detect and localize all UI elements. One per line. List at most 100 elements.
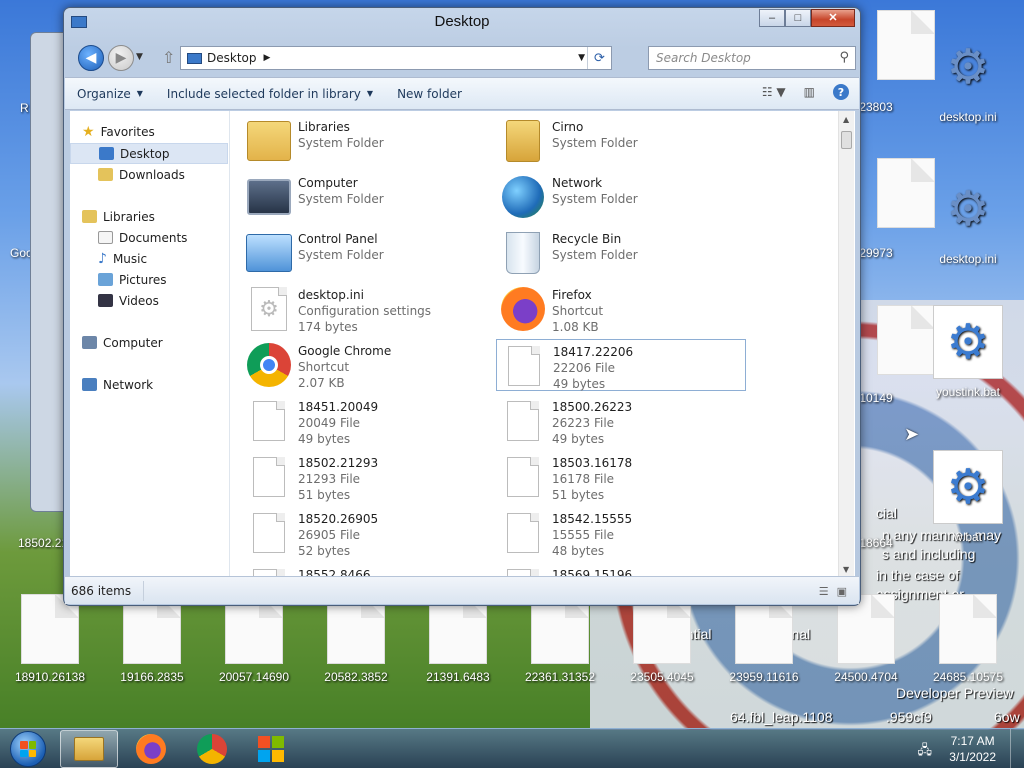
recent-pages-dropdown-icon[interactable]: ▼ [136,52,143,62]
nav-downloads[interactable]: Downloads [70,164,228,185]
back-button[interactable]: ◀ [78,45,104,71]
minimize-button[interactable]: – [759,9,785,27]
wallpaper-text: 6ow [994,709,1020,725]
chevron-down-icon: ▼ [366,89,374,98]
desktop-file-icon[interactable]: 22361.31352 [512,594,608,684]
change-view-icon[interactable]: ☷ ▼ [762,85,786,99]
list-item-recycle-bin[interactable]: Recycle Bin System Folder [496,227,746,279]
breadcrumb-arrow-icon[interactable]: ▶ [264,53,271,63]
list-item[interactable]: 18542.15555 15555 File 48 bytes [496,507,746,559]
desktop-icon-desktop-ini[interactable]: ⚙ desktop.ini [920,30,1016,124]
nav-favorites[interactable]: ★ Favorites [70,121,228,142]
search-icon[interactable]: ⚲ [839,47,849,69]
list-item[interactable]: 18500.26223 26223 File 49 bytes [496,395,746,447]
nav-network[interactable]: Network [70,374,228,395]
taskbar-chrome[interactable] [183,730,241,768]
item-name: Recycle Bin [552,232,622,246]
nav-desktop[interactable]: Desktop [70,143,228,164]
list-item-control-panel[interactable]: Control Panel System Folder [242,227,492,279]
taskbar-windows-app[interactable] [242,730,300,768]
nav-label: Libraries [103,209,155,224]
desktop-file-icon[interactable]: 20057.14690 [206,594,302,684]
list-item-computer[interactable]: Computer System Folder [242,171,492,223]
search-input[interactable]: Search Desktop ⚲ [648,46,856,70]
new-folder-label: New folder [397,86,462,101]
desktop-file-icon[interactable]: 23505.4045 [614,594,710,684]
list-item-libraries[interactable]: Libraries System Folder [242,115,492,167]
desktop-file-icon[interactable]: 20582.3852 [308,594,404,684]
desktop-file-icon[interactable]: 24685.10575 [920,594,1016,684]
scroll-down-icon[interactable]: ▼ [843,565,849,574]
nav-videos[interactable]: Videos [70,290,228,311]
network-tray-icon[interactable]: 🖧 [918,741,933,763]
new-folder-button[interactable]: New folder [385,87,474,101]
list-item[interactable]: 18502.21293 21293 File 51 bytes [242,451,492,503]
mouse-cursor-icon: ➤ [904,424,920,445]
system-clock[interactable]: 7:17 AM 3/1/2022 [949,733,996,765]
list-item-google-chrome[interactable]: Google Chrome Shortcut 2.07 KB [242,339,492,391]
file-icon [501,344,547,388]
list-item[interactable]: 18451.20049 20049 File 49 bytes [242,395,492,447]
up-arrow-icon[interactable]: ⇧ [162,48,175,67]
start-button[interactable] [2,730,54,768]
desktop-icon-desktop-ini-2[interactable]: ⚙ desktop.ini [920,172,1016,266]
scrollbar-thumb[interactable] [841,131,852,149]
nav-pictures[interactable]: Pictures [70,269,228,290]
list-item[interactable]: 18520.26905 26905 File 52 bytes [242,507,492,559]
large-icons-view-icon[interactable]: ▣ [837,585,847,598]
taskbar-firefox[interactable] [122,730,180,768]
desktop-icon-label: youstink.bat [935,385,1001,399]
music-icon: ♪ [98,250,107,267]
help-icon[interactable]: ? [833,84,849,100]
taskbar-explorer[interactable] [60,730,118,768]
maximize-button[interactable]: □ [785,9,811,27]
list-item-network[interactable]: Network System Folder [496,171,746,223]
desktop-file-icon[interactable]: 19166.2835 [104,594,200,684]
list-item-desktop-ini[interactable]: ⚙ desktop.ini Configuration settings 174 b… [242,283,492,335]
item-size: 51 bytes [552,488,605,502]
desktop-icon-youstink-bat[interactable]: ⚙ youstink.bat [920,305,1016,399]
explorer-window[interactable]: Desktop – □ ✕ ◀ ▶ ▼ ⇧ Desktop ▶ ▼ ⟳ Sear… [63,7,861,606]
windows-logo-icon [10,731,46,767]
item-name: 18500.26223 [552,400,633,414]
videos-icon [98,294,113,307]
desktop-folder-icon [187,52,202,64]
desktop-file-icon[interactable]: 21391.6483 [410,594,506,684]
list-item-selected[interactable]: 18417.22206 22206 File 49 bytes [496,339,746,391]
list-item-firefox[interactable]: Firefox Shortcut 1.08 KB [496,283,746,335]
nav-music[interactable]: ♪ Music [70,248,228,269]
desktop-file-icon[interactable]: 23959.11616 [716,594,812,684]
include-in-library-button[interactable]: Include selected folder in library ▼ [155,87,385,101]
refresh-icon[interactable]: ⟳ [587,47,611,69]
desktop-icon-w-bat[interactable]: ⚙ w.bat [920,450,1016,544]
desktop-icon-label-partial: .18664 [856,536,893,550]
window-titlebar[interactable]: Desktop – □ ✕ [64,8,860,38]
desktop-file-icon[interactable]: 24500.4704 [818,594,914,684]
address-dropdown-icon[interactable]: ▼ [578,53,585,63]
forward-button[interactable]: ▶ [108,45,134,71]
show-desktop-button[interactable] [1010,729,1024,768]
file-icon [500,455,546,499]
organize-button[interactable]: Organize ▼ [65,87,155,101]
nav-documents[interactable]: Documents [70,227,228,248]
preview-pane-icon[interactable]: ▥ [804,85,815,99]
status-divider [143,580,145,601]
item-type: 21293 File [298,472,361,486]
nav-label: Network [103,377,154,392]
desktop-icon-label: 21391.6483 [426,670,490,684]
address-location[interactable]: Desktop [207,51,257,65]
close-button[interactable]: ✕ [811,9,855,27]
nav-libraries[interactable]: Libraries [70,206,228,227]
vertical-scrollbar[interactable]: ▲ ▼ [838,111,854,578]
list-item-cirno[interactable]: Cirno System Folder [496,115,746,167]
nav-computer[interactable]: Computer [70,332,228,353]
desktop-icon-label: 22361.31352 [524,670,596,684]
scroll-up-icon[interactable]: ▲ [843,115,849,124]
address-bar[interactable]: Desktop ▶ ▼ ⟳ [180,46,612,70]
desktop-icon-label: 24500.4704 [834,670,898,684]
list-item[interactable]: 18503.16178 16178 File 51 bytes [496,451,746,503]
item-name: 18451.20049 [298,400,379,414]
desktop-file-icon[interactable]: 18910.26138 [2,594,98,684]
details-view-icon[interactable]: ☰ [819,585,829,598]
item-name: Firefox [552,288,592,302]
